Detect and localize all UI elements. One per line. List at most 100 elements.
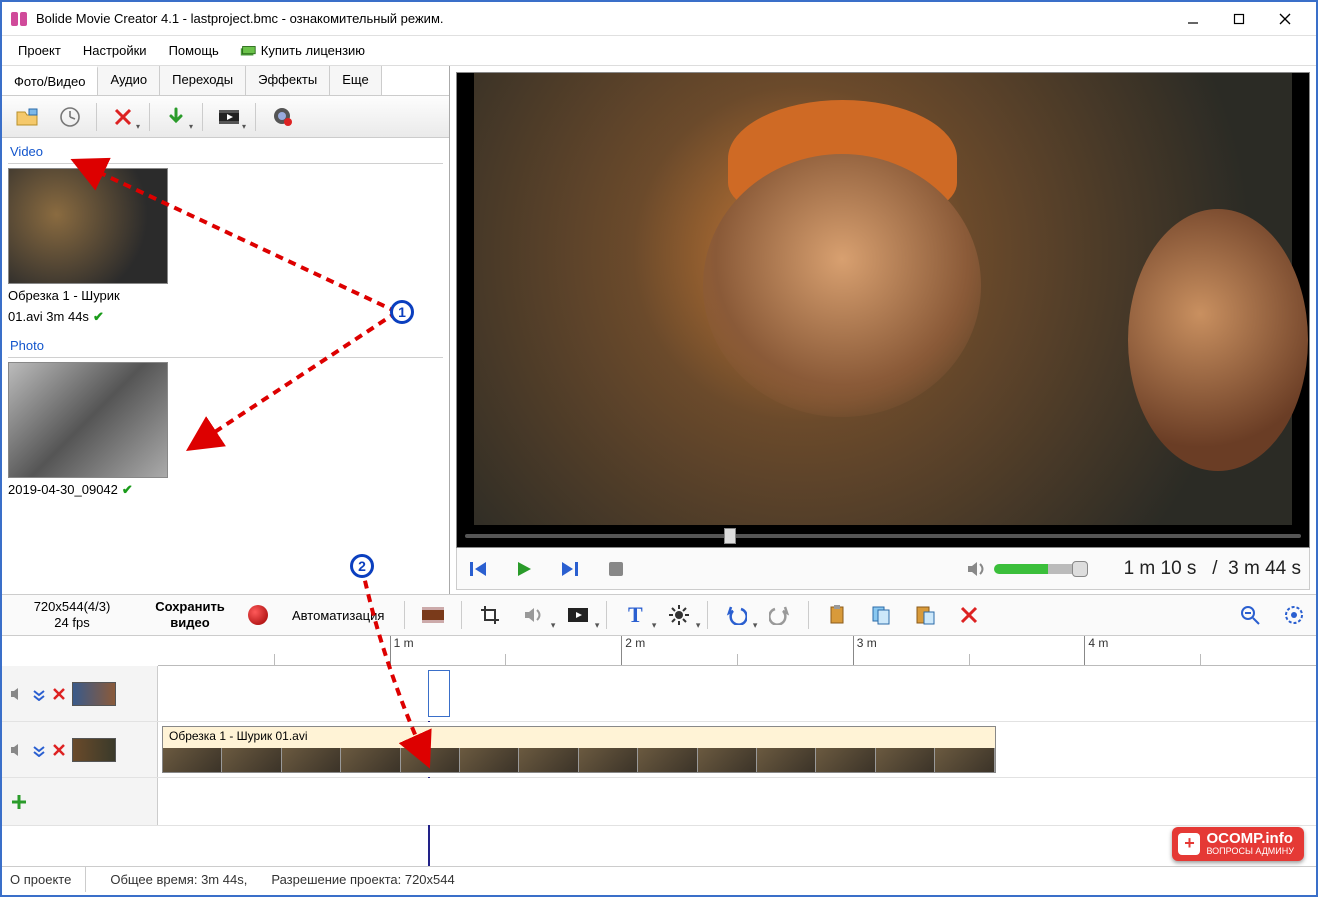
section-video-header: Video (8, 142, 443, 164)
timeline-ruler[interactable]: 1 m 2 m 3 m 4 m (158, 636, 1316, 666)
volume-knob[interactable] (1072, 561, 1088, 577)
menu-buy-license[interactable]: Купить лицензию (231, 40, 373, 61)
volume-control[interactable] (966, 559, 1084, 579)
transport-bar: 1 m 10 s / 3 m 44 s (456, 548, 1310, 590)
redo-button[interactable] (758, 598, 802, 632)
volume-slider[interactable] (994, 564, 1084, 574)
menu-buy-label: Купить лицензию (261, 43, 365, 58)
add-track-button[interactable] (2, 778, 158, 825)
undo-icon (725, 605, 747, 625)
clip-menu-button[interactable]: ▾ (209, 100, 249, 134)
library-content[interactable]: Video Обрезка 1 - Шурик 01.avi 3m 44s ✔ … (2, 138, 449, 594)
track-delete-icon[interactable] (52, 743, 66, 757)
video-menu-button[interactable]: ▾ (556, 598, 600, 632)
copy-icon (870, 604, 892, 626)
webcam-button[interactable] (262, 100, 302, 134)
status-about[interactable]: О проекте (10, 867, 86, 892)
clipboard-button[interactable] (815, 598, 859, 632)
track-1 (2, 666, 1316, 722)
crop-button[interactable] (468, 598, 512, 632)
play-button[interactable] (511, 556, 537, 582)
library-panel: Фото/Видео Аудио Переходы Эффекты Еще ▾ … (2, 66, 450, 594)
tab-effects[interactable]: Эффекты (246, 66, 330, 95)
project-fps: 24 fps (2, 615, 142, 631)
time-current: 1 m 10 s (1124, 558, 1197, 579)
time-total: 3 m 44 s (1228, 558, 1301, 579)
photo-clip[interactable] (428, 670, 450, 717)
video-caption-line2: 01.avi 3m 44s (8, 309, 89, 326)
text-button[interactable]: T▾ (613, 598, 657, 632)
remove-button[interactable] (947, 598, 991, 632)
copy-button[interactable] (859, 598, 903, 632)
delete-x-icon (959, 605, 979, 625)
library-toolbar: ▾ ▾ ▾ (2, 96, 449, 138)
track-2: Обрезка 1 - Шурик 01.avi (2, 722, 1316, 778)
project-info: 720x544(4/3) 24 fps (2, 599, 142, 632)
video-caption-line1: Обрезка 1 - Шурик (8, 288, 120, 305)
menu-settings[interactable]: Настройки (73, 40, 157, 61)
import-button[interactable]: ▾ (156, 100, 196, 134)
filmstrip-icon (217, 107, 241, 127)
filmstrip-icon (420, 604, 446, 626)
plus-icon (10, 793, 28, 811)
close-button[interactable] (1262, 4, 1308, 34)
step-back-button[interactable] (465, 556, 491, 582)
track-1-header (2, 666, 158, 721)
collapse-icon[interactable] (32, 743, 46, 757)
mute-icon[interactable] (10, 743, 26, 757)
undo-button[interactable]: ▾ (714, 598, 758, 632)
step-forward-button[interactable] (557, 556, 583, 582)
automation-button[interactable]: Автоматизация (278, 608, 398, 623)
add-file-button[interactable] (8, 100, 48, 134)
video-thumbnail[interactable] (8, 168, 168, 284)
tab-more[interactable]: Еще (330, 66, 381, 95)
zoom-out-button[interactable] (1228, 598, 1272, 632)
stop-button[interactable] (603, 556, 629, 582)
step-forward-icon (560, 559, 580, 579)
minimize-button[interactable] (1170, 4, 1216, 34)
paste-button[interactable] (903, 598, 947, 632)
track-delete-icon[interactable] (52, 687, 66, 701)
project-resolution: 720x544(4/3) (2, 599, 142, 615)
mute-icon[interactable] (10, 687, 26, 701)
brightness-button[interactable]: ▾ (657, 598, 701, 632)
track-1-body[interactable] (158, 666, 1316, 721)
money-icon (239, 44, 257, 58)
menu-project[interactable]: Проект (8, 40, 71, 61)
track-add (2, 778, 1316, 826)
delete-button[interactable]: ▾ (103, 100, 143, 134)
check-icon: ✔ (122, 482, 133, 499)
crop-icon (479, 604, 501, 626)
video-clip[interactable]: Обрезка 1 - Шурик 01.avi (162, 726, 996, 773)
seek-thumb[interactable] (724, 528, 736, 544)
ruler-tick-4m: 4 m (1084, 636, 1108, 665)
zoom-fit-icon (1283, 604, 1305, 626)
collapse-icon[interactable] (32, 687, 46, 701)
speaker-icon (966, 559, 988, 579)
status-project-res: Разрешение проекта: 720x544 (271, 872, 454, 887)
video-preview[interactable] (456, 72, 1310, 548)
track-2-body[interactable]: Обрезка 1 - Шурик 01.avi (158, 722, 1316, 777)
menu-help[interactable]: Помощь (159, 40, 229, 61)
photo-thumbnail[interactable] (8, 362, 168, 478)
preview-panel: 1 m 10 s / 3 m 44 s (450, 66, 1316, 594)
library-tabs: Фото/Видео Аудио Переходы Эффекты Еще (2, 66, 449, 96)
maximize-button[interactable] (1216, 4, 1262, 34)
tab-audio[interactable]: Аудио (98, 66, 160, 95)
tab-transitions[interactable]: Переходы (160, 66, 246, 95)
seek-bar[interactable] (465, 531, 1301, 541)
audio-button[interactable]: ▾ (512, 598, 556, 632)
timeline: 1 m 2 m 3 m 4 m (2, 636, 1316, 866)
play-icon (514, 559, 534, 579)
clip-label: Обрезка 1 - Шурик 01.avi (163, 727, 995, 745)
stop-icon (606, 559, 626, 579)
track-thumbnail (72, 682, 116, 706)
text-t-icon: T (628, 602, 643, 628)
save-video-button[interactable]: Сохранить видео (142, 599, 238, 630)
filmstrip-button[interactable] (411, 598, 455, 632)
step-back-icon (468, 559, 488, 579)
zoom-fit-button[interactable] (1272, 598, 1316, 632)
history-button[interactable] (50, 100, 90, 134)
record-icon[interactable] (248, 605, 268, 625)
tab-photo-video[interactable]: Фото/Видео (2, 66, 98, 95)
